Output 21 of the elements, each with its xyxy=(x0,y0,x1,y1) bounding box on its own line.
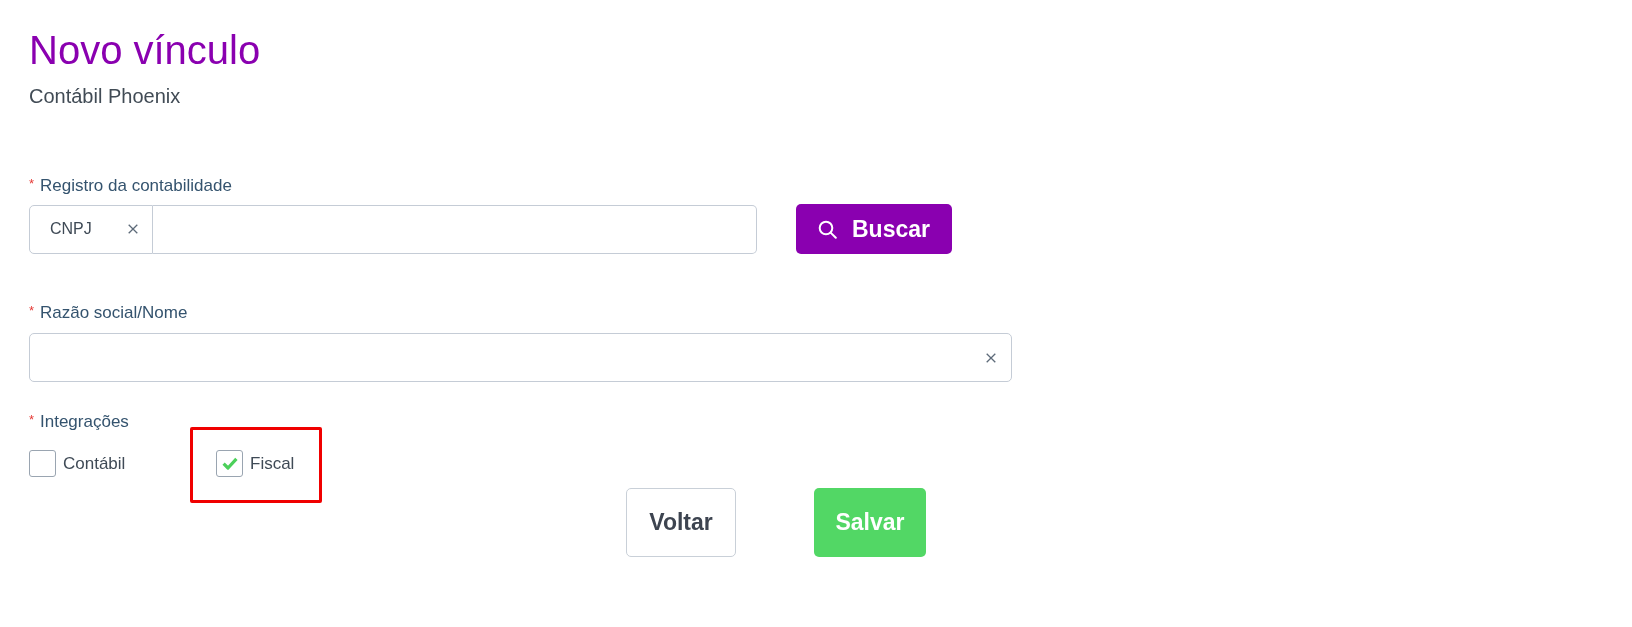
checkbox-label[interactable]: Contábil xyxy=(63,455,126,472)
required-mark: * xyxy=(29,177,36,190)
back-button[interactable]: Voltar xyxy=(626,488,736,557)
search-icon xyxy=(818,219,837,239)
search-button[interactable]: Buscar xyxy=(796,204,952,254)
name-field[interactable] xyxy=(29,333,1012,382)
checkbox-label[interactable]: Fiscal xyxy=(250,455,295,472)
field-label: Integrações xyxy=(40,413,129,430)
required-mark: * xyxy=(29,413,36,426)
field-label: Registro da contabilidade xyxy=(40,177,232,194)
field-label: Razão social/Nome xyxy=(40,304,188,321)
document-type-select[interactable]: CNPJ xyxy=(29,204,153,254)
required-mark: * xyxy=(29,304,36,317)
clear-icon[interactable] xyxy=(128,224,138,234)
checkmark-icon xyxy=(221,457,238,470)
registration-input[interactable] xyxy=(153,204,757,254)
page-title: Novo vínculo xyxy=(29,30,262,70)
clear-icon[interactable] xyxy=(986,352,996,363)
page-subtitle: Contábil Phoenix xyxy=(29,86,182,106)
checkbox[interactable] xyxy=(216,450,243,477)
checkbox[interactable] xyxy=(29,450,56,477)
